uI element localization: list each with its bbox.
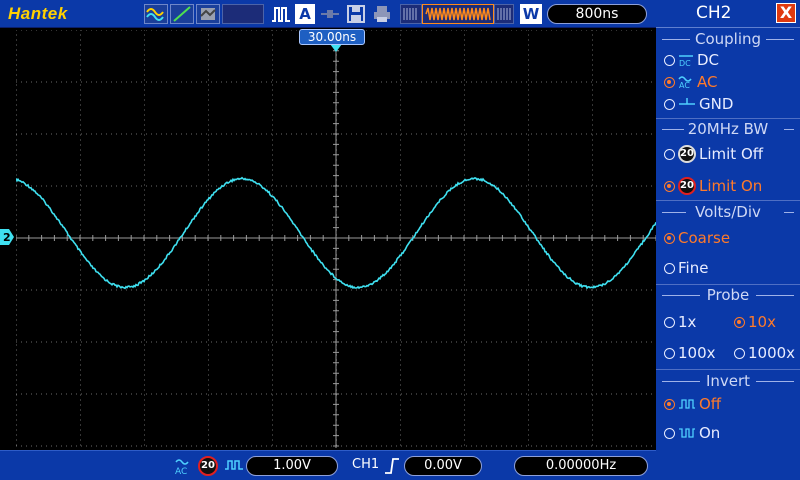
section-divider: [656, 369, 800, 370]
wide-mode-button[interactable]: W: [520, 4, 542, 24]
invert-heading: Invert: [656, 372, 800, 390]
trigger-source-label[interactable]: CH1: [352, 457, 379, 472]
save-icon[interactable]: [345, 4, 367, 24]
bw-limit-20-icon: 20: [198, 456, 218, 476]
bw-limit-heading: 20MHz BW: [656, 120, 800, 138]
memory-bar-icon: [400, 4, 422, 24]
trigger-pulse-icon[interactable]: [270, 4, 292, 24]
coupling-heading: Coupling: [656, 30, 800, 48]
bw-limit-off-option[interactable]: 20 Limit Off: [664, 144, 763, 164]
top-toolbar: Hantek A W 800ns: [0, 0, 656, 28]
svg-text:AC: AC: [679, 81, 690, 89]
volts-div-heading: Volts/Div: [656, 203, 800, 221]
channel-menu-panel: CH2 X Coupling DC DC AC AC GND 20MHz BW …: [656, 0, 800, 480]
volts-div-coarse-option[interactable]: Coarse: [664, 228, 730, 248]
close-icon[interactable]: X: [776, 3, 796, 23]
bw-20-off-icon: 20: [678, 145, 696, 163]
probe-1x-option[interactable]: 1x: [664, 312, 696, 332]
invert-off-label: Off: [699, 395, 722, 413]
probe-100x-label: 100x: [678, 344, 716, 362]
section-divider: [656, 118, 800, 119]
probe-1x-label: 1x: [678, 313, 697, 331]
persist-icon[interactable]: [196, 4, 220, 24]
probe-icon: [224, 457, 244, 479]
probe-10x-label: 10x: [748, 313, 776, 331]
probe-heading: Probe: [656, 286, 800, 304]
timebase-readout[interactable]: 800ns: [547, 4, 647, 24]
probe-100x-option[interactable]: 100x: [664, 343, 716, 363]
trigger-position-marker[interactable]: 30.00ns: [299, 29, 365, 45]
coupling-option-gnd[interactable]: GND: [664, 94, 733, 114]
memory-depth-window-icon[interactable]: [422, 4, 494, 24]
connect-icon: [318, 4, 342, 24]
ground-icon: [679, 98, 695, 105]
volts-div-fine-label: Fine: [678, 259, 709, 277]
coupling-option-dc[interactable]: DC DC: [664, 50, 719, 70]
frequency-readout: 0.00000Hz: [514, 456, 648, 476]
waveform-display-icon[interactable]: [144, 4, 168, 24]
section-divider: [656, 284, 800, 285]
ac-icon: AC: [678, 76, 692, 89]
invert-off-option[interactable]: Off: [664, 394, 721, 414]
volts-div-coarse-label: Coarse: [678, 229, 731, 247]
ch2-volts-div-readout[interactable]: 1.00V: [246, 456, 338, 476]
section-divider: [656, 200, 800, 201]
svg-text:DC: DC: [679, 59, 691, 67]
coupling-label-ac: AC: [697, 73, 718, 91]
invert-on-label: On: [699, 424, 721, 442]
menu-title-bar: CH2 X: [656, 0, 800, 28]
volts-div-fine-option[interactable]: Fine: [664, 258, 708, 278]
invert-on-icon: [679, 428, 695, 438]
coupling-label-dc: DC: [697, 51, 720, 69]
probe-1000x-option[interactable]: 1000x: [734, 343, 795, 363]
channel-2-ground-marker[interactable]: 2: [0, 229, 14, 245]
print-icon[interactable]: [371, 4, 393, 24]
memory-bar-right-icon: [494, 4, 514, 24]
waveform-screen[interactable]: [16, 30, 656, 448]
probe-10x-option[interactable]: 10x: [734, 312, 776, 332]
bw-limit-on-label: Limit On: [699, 177, 763, 195]
trigger-arrow-icon: [330, 44, 342, 52]
probe-1000x-label: 1000x: [748, 344, 796, 362]
bottom-status-bar: AC 20 1.00V CH1 0.00V 0.00000Hz: [0, 450, 656, 480]
brand-logo: Hantek: [8, 4, 68, 23]
bw-limit-off-label: Limit Off: [699, 145, 764, 163]
dc-icon: DC: [679, 55, 693, 67]
graticule-and-trace: [16, 30, 656, 448]
coupling-option-ac[interactable]: AC AC: [664, 72, 717, 92]
invert-on-option[interactable]: On: [664, 423, 720, 443]
status-box: [222, 4, 264, 24]
trigger-level-readout[interactable]: 0.00V: [404, 456, 482, 476]
vector-display-icon[interactable]: [170, 4, 194, 24]
rising-edge-icon: [384, 457, 400, 479]
bw-limit-on-option[interactable]: 20 Limit On: [664, 176, 762, 196]
coupling-label-gnd: GND: [699, 95, 734, 113]
acquire-mode-button[interactable]: A: [295, 4, 315, 24]
bw-20-on-icon: 20: [678, 177, 696, 195]
svg-text:AC: AC: [175, 467, 187, 475]
channel-marker-label: 2: [3, 231, 11, 244]
menu-title: CH2: [696, 3, 732, 23]
ac-coupling-icon: AC: [174, 457, 192, 479]
invert-off-icon: [679, 399, 695, 409]
